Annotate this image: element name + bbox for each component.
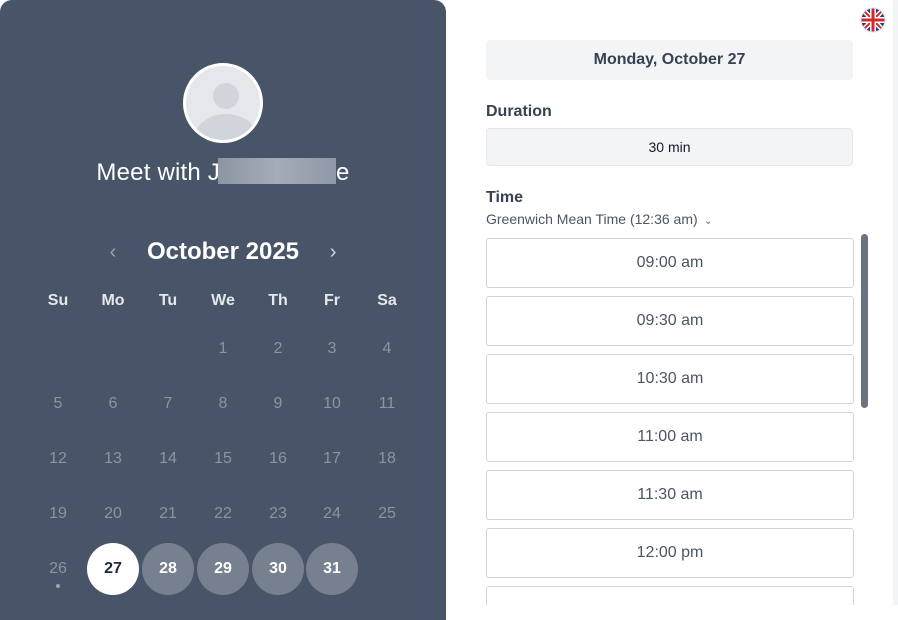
avatar: [183, 63, 263, 143]
time-slot-button[interactable]: 09:00 am: [486, 238, 854, 288]
calendar-day: 4: [382, 340, 392, 357]
calendar-day: 24: [323, 505, 341, 522]
calendar-day: 14: [159, 450, 177, 467]
weekday-tu: Tu: [158, 292, 178, 309]
weekday-we: We: [211, 292, 235, 309]
calendar-day: 1: [218, 340, 228, 357]
calendar-day[interactable]: 30: [252, 543, 304, 595]
uk-flag-icon[interactable]: [860, 7, 886, 33]
calendar-day: 10: [323, 395, 341, 412]
month-label: October 2025: [146, 238, 300, 265]
time-slot-button[interactable]: 09:30 am: [486, 296, 854, 346]
month-navigation: ‹ October 2025 ›: [0, 234, 446, 270]
calendar-day: 11: [378, 395, 396, 412]
meeting-title: Meet with J e: [0, 158, 446, 187]
calendar-day: 2: [273, 340, 283, 357]
calendar-day-selected[interactable]: 27: [87, 543, 139, 595]
calendar-day: 20: [104, 505, 122, 522]
calendar-day: 15: [214, 450, 232, 467]
calendar-day: 3: [327, 340, 337, 357]
time-slot-button[interactable]: 12:00 pm: [486, 528, 854, 578]
calendar-day: 8: [218, 395, 228, 412]
time-slot-button[interactable]: 10:30 am: [486, 354, 854, 404]
left-panel: Meet with J e ‹ October 2025 › Su Mo Tu We Th…: [0, 0, 446, 620]
calendar-day[interactable]: 29: [197, 543, 249, 595]
calendar-day: 25: [378, 505, 396, 522]
calendar-day: 18: [378, 450, 396, 467]
calendar-day[interactable]: 28: [142, 543, 194, 595]
chevron-down-icon: ⌄: [703, 215, 713, 227]
chevron-left-icon[interactable]: ‹: [95, 241, 131, 264]
time-slot-list: 09:00 am 09:30 am 10:30 am 11:00 am 11:30 am…: [486, 238, 854, 605]
calendar-day: 13: [104, 450, 122, 467]
calendar-day: 19: [49, 505, 67, 522]
weekday-th: Th: [268, 292, 288, 309]
avatar-head-icon: [213, 83, 239, 109]
calendar-day: 9: [273, 395, 283, 412]
calendar-day: 5: [53, 395, 63, 412]
duration-option[interactable]: 30 min: [486, 128, 853, 166]
weekday-su: Su: [47, 292, 69, 309]
calendar-day: 16: [269, 450, 287, 467]
time-slot-button[interactable]: 11:00 am: [486, 412, 854, 462]
calendar-day: 23: [269, 505, 287, 522]
calendar-day: 7: [163, 395, 173, 412]
window-edge: [893, 0, 898, 605]
scrollbar[interactable]: [861, 234, 868, 408]
calendar-day: 21: [159, 505, 177, 522]
redacted-name: [218, 158, 336, 184]
weekday-mo: Mo: [101, 292, 125, 309]
selected-date-header: Monday, October 27: [486, 40, 853, 80]
chevron-right-icon[interactable]: ›: [315, 241, 351, 264]
time-slot-button-partial[interactable]: [486, 586, 854, 605]
calendar-day[interactable]: 31: [306, 543, 358, 595]
timezone-text: Greenwich Mean Time (12:36 am): [486, 211, 698, 227]
duration-label: Duration: [486, 103, 552, 120]
today-indicator: [56, 584, 60, 588]
meeting-title-prefix: Meet with J: [96, 159, 220, 186]
calendar-day: 22: [214, 505, 232, 522]
weekday-sa: Sa: [377, 292, 397, 309]
avatar-body-icon: [194, 114, 258, 140]
time-slot-button[interactable]: 11:30 am: [486, 470, 854, 520]
timezone-selector[interactable]: Greenwich Mean Time (12:36 am) ⌄: [486, 211, 713, 227]
calendar-day: 6: [108, 395, 118, 412]
calendar-day: 12: [49, 450, 67, 467]
calendar-day: 17: [323, 450, 341, 467]
weekday-fr: Fr: [324, 292, 340, 309]
time-label: Time: [486, 189, 524, 206]
meeting-title-suffix: e: [336, 159, 350, 186]
